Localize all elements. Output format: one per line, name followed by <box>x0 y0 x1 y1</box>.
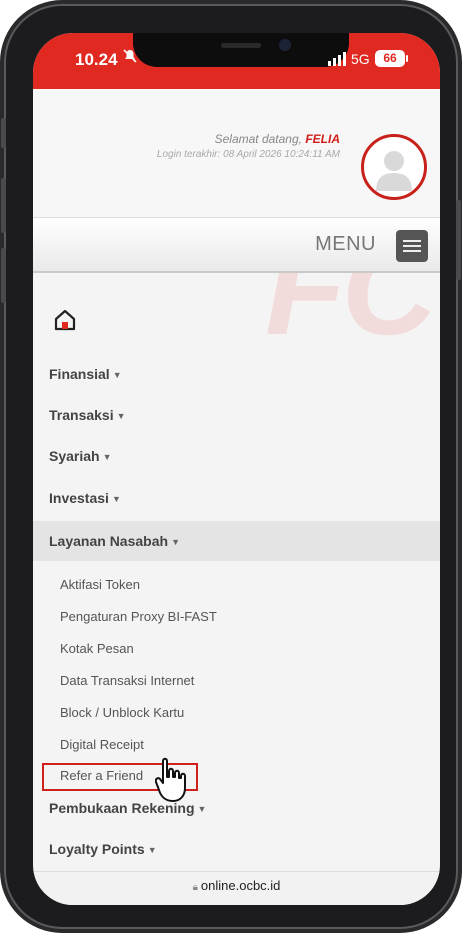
nav-item-loyalty-points[interactable]: Loyalty Points ▼ <box>33 829 440 869</box>
avatar[interactable] <box>361 134 427 200</box>
nav-item-label: Syariah <box>49 448 100 464</box>
user-silhouette-icon <box>376 151 412 191</box>
submenu-aktifasi-token[interactable]: Aktifasi Token <box>60 572 140 598</box>
browser-url-bar[interactable]: 🔒︎ online.ocbc.id <box>33 871 440 905</box>
caret-down-icon: ▼ <box>102 452 112 462</box>
user-name: FELIA <box>305 132 340 146</box>
status-bar: 10.24 5G 66 <box>33 33 440 89</box>
home-icon[interactable] <box>53 308 77 332</box>
mute-switch <box>1 118 6 148</box>
welcome-panel: Selamat datang, FELIA Login terakhir: 08… <box>33 89 440 217</box>
caret-down-icon: ▼ <box>116 411 126 421</box>
welcome-prefix: Selamat datang, <box>214 132 306 146</box>
submenu-data-transaksi-internet[interactable]: Data Transaksi Internet <box>60 668 194 694</box>
nav-item-label: Loyalty Points <box>49 841 145 857</box>
menu-bar: MENU <box>33 217 440 273</box>
nav-item-layanan-nasabah[interactable]: Layanan Nasabah ▼ <box>33 521 440 561</box>
nav-item-syariah[interactable]: Syariah ▼ <box>33 436 440 476</box>
caret-down-icon: ▼ <box>111 494 121 504</box>
volume-up-button <box>1 178 6 233</box>
url-text: online.ocbc.id <box>200 878 281 893</box>
status-time: 10.24 <box>75 50 118 69</box>
nav-item-transaksi[interactable]: Transaksi ▼ <box>33 395 440 435</box>
nav-item-label: Finansial <box>49 366 110 382</box>
submenu-kotak-pesan[interactable]: Kotak Pesan <box>60 636 134 662</box>
nav-item-label: Investasi <box>49 490 109 506</box>
lock-icon: 🔒︎ <box>192 882 198 893</box>
network-type: 5G <box>351 51 370 67</box>
pointing-hand-icon <box>154 755 201 810</box>
caret-down-icon: ▼ <box>147 845 157 855</box>
signal-icon <box>328 52 348 71</box>
submenu-proxy-bi-fast[interactable]: Pengaturan Proxy BI-FAST <box>60 604 217 630</box>
welcome-message: Selamat datang, FELIA <box>215 132 340 146</box>
submenu-block-unblock-kartu[interactable]: Block / Unblock Kartu <box>60 700 184 726</box>
nav-item-label: Layanan Nasabah <box>49 533 169 549</box>
menu-label: MENU <box>315 233 376 255</box>
caret-down-icon: ▼ <box>112 370 122 380</box>
notch <box>133 33 349 67</box>
hamburger-menu-button[interactable] <box>396 230 428 262</box>
nav-item-finansial[interactable]: Finansial ▼ <box>33 354 440 394</box>
nav-item-investasi[interactable]: Investasi ▼ <box>33 478 440 518</box>
last-login-info: Login terakhir: 08 April 2026 10:24:11 A… <box>156 149 340 160</box>
nav-item-label: Transaksi <box>49 407 114 423</box>
caret-down-icon: ▼ <box>171 537 180 547</box>
nav-item-pembukaan-rekening[interactable]: Pembukaan Rekening ▼ <box>33 788 440 828</box>
submenu-digital-receipt[interactable]: Digital Receipt <box>60 732 144 758</box>
battery-icon: 66 <box>375 50 405 67</box>
power-button <box>456 200 461 280</box>
volume-down-button <box>1 248 6 303</box>
